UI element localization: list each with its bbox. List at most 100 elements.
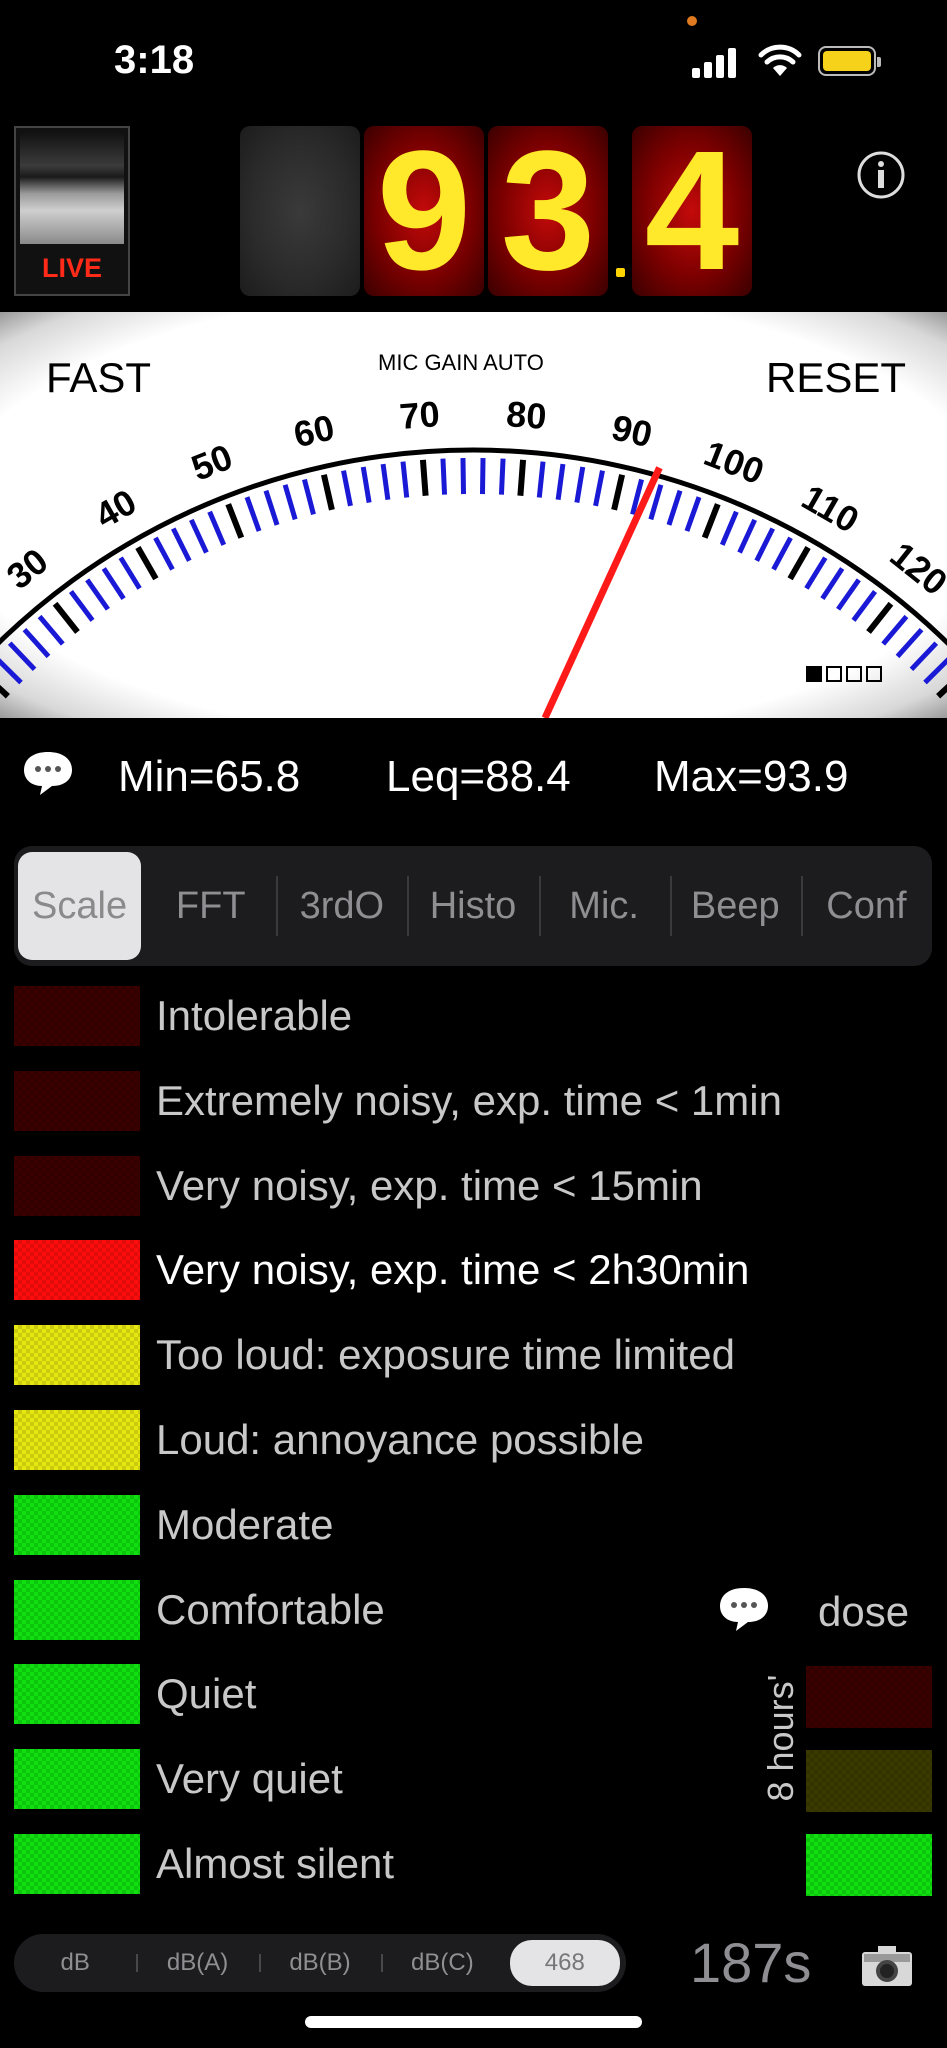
minor-tick xyxy=(851,590,878,622)
display-digit-tens: 9 xyxy=(364,126,484,296)
minor-tick xyxy=(666,489,683,526)
scale-swatch xyxy=(14,986,140,1046)
minor-tick xyxy=(37,614,65,646)
minor-tick xyxy=(263,489,280,526)
minor-tick xyxy=(207,510,227,546)
minor-tick xyxy=(719,510,739,546)
scale-swatch xyxy=(14,1834,140,1894)
dose-bar-high xyxy=(806,1666,932,1728)
minor-tick xyxy=(536,461,546,498)
minor-tick xyxy=(881,614,909,646)
tab-separator xyxy=(276,876,279,936)
weighting-option[interactable]: dB(A) xyxy=(136,1934,258,1992)
dose-label: dose xyxy=(818,1588,910,1635)
major-tick xyxy=(52,601,80,634)
page-indicator[interactable] xyxy=(806,666,886,687)
minor-tick xyxy=(282,484,298,521)
dose-period-label: 8 hours' xyxy=(760,1674,801,1802)
minor-tick xyxy=(804,556,828,590)
minor-tick xyxy=(574,466,586,503)
stat-max: Max=93.9 xyxy=(654,752,849,801)
minor-tick xyxy=(85,578,110,611)
tab-mic[interactable]: Mic. xyxy=(539,846,670,966)
stat-leq: Leq=88.4 xyxy=(386,752,571,801)
view-tab-bar: Scale FFT 3rdO Histo Mic. Beep Conf xyxy=(14,846,932,966)
scale-swatch xyxy=(14,1579,140,1640)
reset-button[interactable]: RESET xyxy=(766,354,906,402)
major-tick xyxy=(936,683,947,699)
dose-bar-mid xyxy=(806,1750,932,1812)
scale-label: Quiet xyxy=(156,1670,257,1718)
cellular-signal-icon xyxy=(692,46,740,78)
meter-needle xyxy=(541,466,663,720)
major-tick xyxy=(866,601,894,634)
tab-scale[interactable]: Scale xyxy=(18,852,142,960)
minor-tick xyxy=(7,641,37,672)
minor-tick xyxy=(737,518,757,554)
minor-tick xyxy=(189,518,209,554)
minor-tick xyxy=(153,536,175,571)
scale-label: Comfortable xyxy=(156,1585,385,1633)
minor-tick xyxy=(440,458,448,495)
minor-tick xyxy=(360,466,372,503)
weighting-separator xyxy=(136,1954,139,1972)
mic-gain-label: MIC GAIN AUTO xyxy=(378,350,544,375)
scale-label: Moderate xyxy=(156,1500,334,1548)
scale-tick-label: 100 xyxy=(699,432,770,492)
minor-tick xyxy=(498,458,506,495)
scale-label: Almost silent xyxy=(156,1840,395,1887)
elapsed-time: 187s xyxy=(690,1931,812,1994)
minor-tick xyxy=(684,496,702,532)
minor-tick xyxy=(555,463,566,501)
weighting-option[interactable]: dB xyxy=(14,1934,136,1992)
tab-beep[interactable]: Beep xyxy=(670,846,801,966)
page-dot xyxy=(846,666,862,682)
scale-tick-label: 60 xyxy=(290,406,338,455)
tab-separator xyxy=(407,876,410,936)
home-indicator xyxy=(305,2016,642,2028)
scale-swatch xyxy=(14,1410,140,1470)
major-tick xyxy=(320,474,335,511)
scale-swatch xyxy=(14,1070,140,1131)
scale-label: Very noisy, exp. time < 2h30min xyxy=(156,1246,750,1294)
comment-bubble-icon[interactable] xyxy=(20,748,76,798)
major-tick xyxy=(701,503,721,539)
info-icon[interactable] xyxy=(856,150,906,200)
scale-tick-label: 50 xyxy=(186,436,238,489)
weighting-option[interactable]: 468 xyxy=(509,1940,620,1986)
dose-info-bubble-icon[interactable] xyxy=(716,1584,772,1634)
fast-button[interactable]: FAST xyxy=(46,354,151,402)
display-digit-tenths: 4 xyxy=(632,126,752,296)
camera-icon[interactable] xyxy=(860,1944,914,1988)
minor-tick xyxy=(820,567,845,600)
tab-3rdo[interactable]: 3rdO xyxy=(276,846,407,966)
minor-tick xyxy=(380,463,391,501)
tab-histo[interactable]: Histo xyxy=(407,846,538,966)
scale-swatch xyxy=(14,1664,140,1725)
minor-tick xyxy=(754,527,775,562)
scale-swatch xyxy=(14,1494,140,1555)
minor-tick xyxy=(909,641,939,672)
stat-min: Min=65.8 xyxy=(118,752,301,801)
mic-in-use-indicator xyxy=(687,16,697,26)
minor-tick xyxy=(771,536,793,571)
weighting-selector: dB dB(A) dB(B) dB(C) 468 xyxy=(14,1934,626,1992)
scale-label: Very noisy, exp. time < 15min xyxy=(156,1161,703,1209)
minor-tick xyxy=(171,527,192,562)
display-digit-ones: 3 xyxy=(488,126,608,296)
tab-conf[interactable]: Conf xyxy=(801,846,932,966)
tab-fft[interactable]: FFT xyxy=(145,846,276,966)
scale-tick-label: 80 xyxy=(505,393,548,437)
page-dot xyxy=(866,666,882,682)
weighting-option[interactable]: dB(C) xyxy=(381,1934,503,1992)
weighting-option[interactable]: dB(B) xyxy=(259,1934,381,1992)
minor-tick xyxy=(0,658,23,685)
scale-label: Extremely noisy, exp. time < 1min xyxy=(156,1076,782,1124)
scale-label: Too loud: exposure time limited xyxy=(156,1331,735,1379)
scale-tick-label: 70 xyxy=(398,393,441,437)
minor-tick xyxy=(244,496,262,532)
minor-tick xyxy=(460,458,467,495)
major-tick xyxy=(135,546,159,581)
live-toggle-button[interactable]: LIVE xyxy=(14,126,130,296)
scale-tick-label: 90 xyxy=(608,406,656,455)
